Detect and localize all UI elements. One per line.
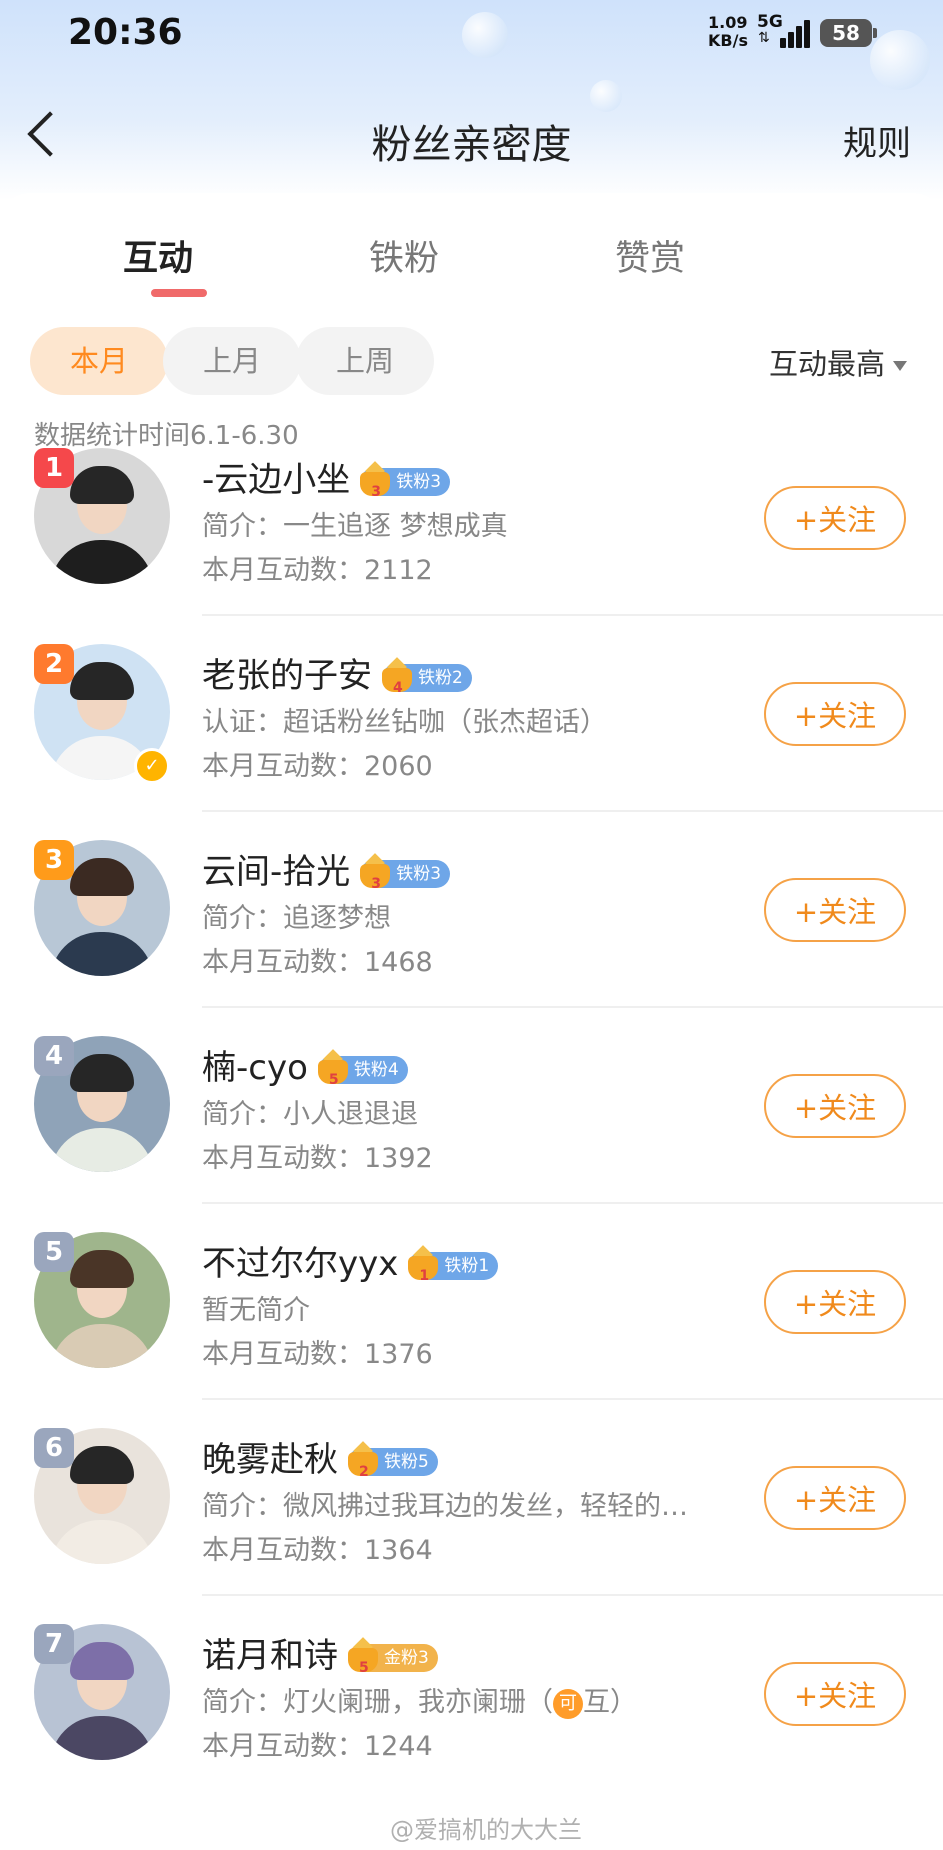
fan-desc: 简介：微风拂过我耳边的发丝，轻轻的…	[202, 1491, 688, 1522]
fan-level-badge: 1 铁粉1	[408, 1244, 499, 1284]
fan-name[interactable]: 不过尔尔yyx 1 铁粉1	[202, 1236, 499, 1285]
net-speed: 1.09 KB/s	[708, 13, 748, 50]
follow-button[interactable]: +关注	[764, 682, 906, 746]
rank-badge: 4	[34, 1036, 74, 1076]
filter-this-month[interactable]: 本月	[30, 327, 168, 395]
interaction-count: 本月互动数：1244	[202, 1731, 433, 1762]
dropdown-arrow-icon	[893, 361, 907, 371]
tab-interaction[interactable]: 互动	[123, 230, 193, 281]
fan-desc: 简介：一生追逐 梦想成真	[202, 511, 508, 542]
mutual-follow-icon: 可	[553, 1688, 583, 1719]
list-item[interactable]: 4 楠-cyo 5 铁粉4 简介：小人退退退 本月互动数：1392 +关注	[0, 1008, 943, 1204]
data-arrows-icon: ⇅	[758, 30, 770, 46]
decor-bubble	[590, 80, 622, 112]
follow-button[interactable]: +关注	[764, 1466, 906, 1530]
fan-desc: 简介：追逐梦想	[202, 903, 391, 934]
tab-iron-fans[interactable]: 铁粉	[369, 230, 439, 281]
content-card: 互动 铁粉 赞赏 本月 上月 上周 互动最高 数据统计时间6.1-6.30 1 …	[0, 193, 943, 1850]
list-item[interactable]: 7 诺月和诗 5 金粉3 简介：灯火阑珊，我亦阑珊（可互） 本月互动数：1244 +…	[0, 1596, 943, 1792]
list-item[interactable]: 3 云间-拾光 3 铁粉3 简介：追逐梦想 本月互动数：1468 +关注	[0, 812, 943, 1008]
rank-badge: 7	[34, 1624, 74, 1664]
fan-name[interactable]: 晚雾赴秋 2 铁粉5	[202, 1432, 438, 1481]
fan-level-badge: 2 铁粉5	[348, 1440, 438, 1480]
rank-badge: 6	[34, 1428, 74, 1468]
filter-last-month[interactable]: 上月	[163, 327, 301, 395]
interaction-count: 本月互动数：2112	[202, 555, 433, 586]
list-item[interactable]: 6 晚雾赴秋 2 铁粉5 简介：微风拂过我耳边的发丝，轻轻的… 本月互动数：1364…	[0, 1400, 943, 1596]
interaction-count: 本月互动数：1376	[202, 1339, 433, 1370]
network-type: 5G	[757, 12, 783, 32]
crown-icon: 2	[346, 1440, 380, 1480]
fan-level-badge: 4 铁粉2	[382, 656, 472, 696]
status-time: 20:36	[68, 12, 183, 53]
tab-rewards[interactable]: 赞赏	[615, 230, 685, 281]
fan-name[interactable]: 楠-cyo 5 铁粉4	[202, 1040, 408, 1089]
rules-link[interactable]: 规则	[843, 116, 911, 165]
crown-icon: 5	[346, 1636, 380, 1676]
battery-icon: 58	[820, 19, 877, 47]
follow-button[interactable]: +关注	[764, 1074, 906, 1138]
fan-level-badge: 3 铁粉3	[360, 852, 451, 892]
fan-desc: 简介：灯火阑珊，我亦阑珊（可互）	[202, 1687, 637, 1719]
interaction-count: 本月互动数：1468	[202, 947, 433, 978]
fan-name[interactable]: 诺月和诗 5 金粉3	[202, 1628, 438, 1677]
status-bar: 20:36 1.09 KB/s 5G ⇅ 58	[0, 0, 943, 112]
list-item[interactable]: 1 -云边小坐 3 铁粉3 简介：一生追逐 梦想成真 本月互动数：2112 +关注	[0, 420, 943, 616]
crown-icon: 3	[358, 852, 392, 892]
crown-icon: 5	[316, 1048, 350, 1088]
page-title: 粉丝亲密度	[371, 122, 572, 168]
list-item[interactable]: 5 不过尔尔yyx 1 铁粉1 暂无简介 本月互动数：1376 +关注	[0, 1204, 943, 1400]
crown-icon: 4	[380, 656, 414, 696]
rank-badge: 5	[34, 1232, 74, 1272]
fan-desc: 认证：超话粉丝钻咖（张杰超话）	[202, 707, 607, 738]
decor-bubble	[870, 30, 930, 90]
fan-desc: 简介：小人退退退	[202, 1099, 418, 1130]
list-item[interactable]: 2 ✓ 老张的子安 4 铁粉2 认证：超话粉丝钻咖（张杰超话） 本月互动数：2060…	[0, 616, 943, 812]
watermark: @爱搞机的大大兰	[390, 1816, 582, 1844]
interaction-count: 本月互动数：2060	[202, 751, 433, 782]
sort-dropdown[interactable]: 互动最高	[769, 341, 907, 383]
fan-level-badge: 3 铁粉3	[360, 460, 451, 500]
tab-indicator	[151, 289, 207, 297]
fan-name[interactable]: -云边小坐 3 铁粉3	[202, 452, 451, 501]
sort-label: 互动最高	[768, 347, 885, 381]
follow-button[interactable]: +关注	[764, 1270, 906, 1334]
filter-last-week[interactable]: 上周	[296, 327, 434, 395]
fan-level-badge: 5 铁粉4	[317, 1048, 408, 1088]
crown-icon: 3	[358, 460, 392, 500]
signal-icon	[780, 18, 816, 48]
fan-level-badge: 5 金粉3	[348, 1636, 438, 1676]
follow-button[interactable]: +关注	[764, 486, 906, 550]
fan-desc: 暂无简介	[202, 1295, 310, 1326]
interaction-count: 本月互动数：1392	[202, 1143, 433, 1174]
rank-badge: 2	[34, 644, 74, 684]
follow-button[interactable]: +关注	[764, 1662, 906, 1726]
rank-badge: 3	[34, 840, 74, 880]
verified-icon: ✓	[134, 748, 170, 784]
fan-name[interactable]: 云间-拾光 3 铁粉3	[202, 844, 451, 893]
follow-button[interactable]: +关注	[764, 878, 906, 942]
rank-badge: 1	[34, 448, 74, 488]
fan-name[interactable]: 老张的子安 4 铁粉2	[202, 648, 472, 697]
crown-icon: 1	[406, 1244, 440, 1284]
interaction-count: 本月互动数：1364	[202, 1535, 433, 1566]
decor-bubble	[462, 12, 508, 58]
